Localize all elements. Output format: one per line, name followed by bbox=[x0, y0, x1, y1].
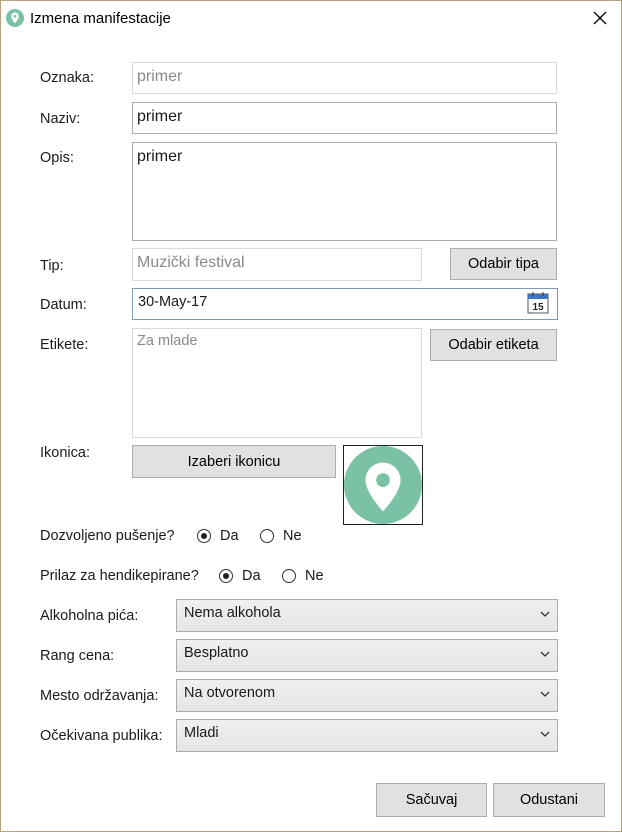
etikete-label: Etikete: bbox=[40, 337, 89, 353]
izaberi-ikonicu-button[interactable]: Izaberi ikonicu bbox=[132, 445, 336, 478]
etikete-list[interactable]: Za mlade bbox=[132, 328, 422, 438]
tip-label: Tip: bbox=[40, 258, 64, 274]
publika-select[interactable]: Mladi bbox=[176, 719, 558, 752]
chevron-down-icon bbox=[540, 691, 550, 697]
calendar-day: 15 bbox=[532, 302, 544, 313]
chevron-down-icon bbox=[540, 731, 550, 737]
title-bar: Izmena manifestacije bbox=[1, 1, 621, 35]
tip-field[interactable]: Muzički festival bbox=[132, 248, 422, 281]
odabir-etiketa-button[interactable]: Odabir etiketa bbox=[430, 329, 557, 361]
location-pin-icon bbox=[6, 9, 24, 27]
cena-select[interactable]: Besplatno bbox=[176, 639, 558, 672]
opis-label: Opis: bbox=[40, 150, 74, 166]
publika-value: Mladi bbox=[184, 725, 219, 741]
opis-textarea[interactable]: primer bbox=[132, 142, 557, 241]
mesto-select[interactable]: Na otvorenom bbox=[176, 679, 558, 712]
cancel-button[interactable]: Odustani bbox=[493, 783, 605, 817]
mesto-value: Na otvorenom bbox=[184, 685, 276, 701]
hendikep-ne-radio[interactable]: Ne bbox=[282, 568, 324, 584]
chevron-down-icon bbox=[540, 611, 550, 617]
calendar-icon[interactable]: 15 bbox=[527, 292, 549, 314]
alkohol-label: Alkoholna pića: bbox=[40, 608, 139, 624]
pusenje-ne-radio[interactable]: Ne bbox=[260, 528, 302, 544]
radio-label: Da bbox=[220, 528, 239, 544]
pusenje-da-radio[interactable]: Da bbox=[197, 528, 239, 544]
chevron-down-icon bbox=[540, 651, 550, 657]
odabir-tipa-button[interactable]: Odabir tipa bbox=[450, 248, 557, 280]
hendikep-label: Prilaz za hendikepirane? bbox=[40, 568, 199, 584]
close-icon bbox=[593, 11, 607, 25]
radio-checked bbox=[197, 529, 211, 543]
datum-value: 30-May-17 bbox=[138, 294, 208, 310]
cena-value: Besplatno bbox=[184, 645, 249, 661]
cena-label: Rang cena: bbox=[40, 648, 115, 664]
radio-label: Da bbox=[242, 568, 261, 584]
icon-preview bbox=[343, 445, 423, 525]
pusenje-label: Dozvoljeno pušenje? bbox=[40, 528, 175, 544]
ikonica-label: Ikonica: bbox=[40, 445, 90, 461]
naziv-field[interactable]: primer bbox=[132, 102, 557, 134]
datum-label: Datum: bbox=[40, 297, 87, 313]
radio-label: Ne bbox=[283, 528, 302, 544]
oznaka-field[interactable]: primer bbox=[132, 62, 557, 94]
dialog-window: Izmena manifestacije Oznaka: primer Nazi… bbox=[0, 0, 622, 832]
radio-label: Ne bbox=[305, 568, 324, 584]
radio-checked bbox=[219, 569, 233, 583]
location-pin-icon bbox=[344, 446, 422, 524]
publika-label: Očekivana publika: bbox=[40, 728, 163, 744]
radio-unchecked bbox=[260, 529, 274, 543]
mesto-label: Mesto održavanja: bbox=[40, 688, 159, 704]
alkohol-select[interactable]: Nema alkohola bbox=[176, 599, 558, 632]
alkohol-value: Nema alkohola bbox=[184, 605, 281, 621]
close-button[interactable] bbox=[587, 6, 613, 30]
save-button[interactable]: Sačuvaj bbox=[376, 783, 487, 817]
radio-unchecked bbox=[282, 569, 296, 583]
datum-picker[interactable]: 30-May-17 15 bbox=[132, 288, 558, 320]
naziv-label: Naziv: bbox=[40, 111, 81, 127]
oznaka-label: Oznaka: bbox=[40, 70, 94, 86]
window-title: Izmena manifestacije bbox=[30, 10, 171, 27]
hendikep-da-radio[interactable]: Da bbox=[219, 568, 261, 584]
